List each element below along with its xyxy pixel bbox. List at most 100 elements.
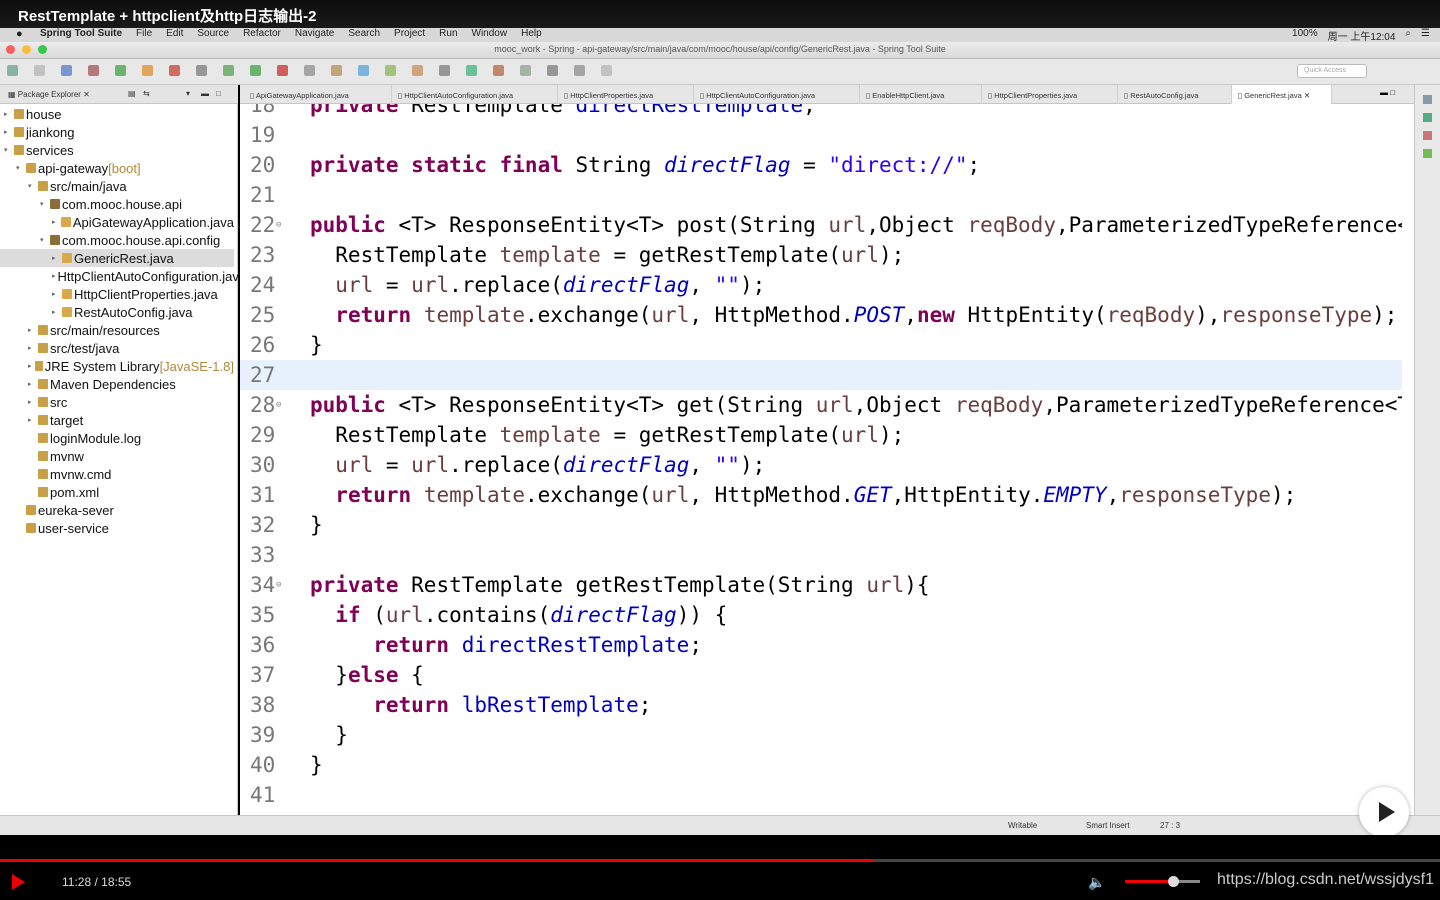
code-line[interactable]: 34 ⊖ private RestTemplate getRestTemplate(… (240, 570, 1402, 600)
code-line[interactable]: 40} (240, 750, 1402, 780)
editor-tab[interactable]: ▯ HttpClientProperties.java (982, 85, 1118, 104)
code-line[interactable]: 37 }else { (240, 660, 1402, 690)
editor-tab[interactable]: ▯ RestAutoConfig.java (1118, 85, 1232, 104)
tree-expand-icon[interactable]: ▾ (40, 236, 50, 244)
tree-expand-icon[interactable]: ▸ (28, 398, 38, 406)
toolbar-button-icon[interactable] (331, 65, 342, 76)
tree-node[interactable]: mvnw (0, 447, 234, 465)
toolbar-button-icon[interactable] (304, 65, 315, 76)
tree-expand-icon[interactable]: ▸ (52, 218, 61, 226)
quick-access-input[interactable]: Quick Access (1297, 64, 1367, 78)
code-line[interactable]: 30 url = url.replace(directFlag, ""); (240, 450, 1402, 480)
fold-marker-icon[interactable]: ⊖ (276, 390, 281, 420)
toolbar-button-icon[interactable] (142, 65, 153, 76)
tree-node[interactable]: loginModule.log (0, 429, 234, 447)
close-tab-icon[interactable]: ✕ (83, 90, 90, 99)
tree-node[interactable]: ▸ src/test/java (0, 339, 234, 357)
toolbar-button-icon[interactable] (277, 65, 288, 76)
code-line[interactable]: 36 return directRestTemplate; (240, 630, 1402, 660)
code-line[interactable]: 26} (240, 330, 1402, 360)
tree-node[interactable]: ▸ house (0, 105, 234, 123)
tree-node[interactable]: ▾ src/main/java (0, 177, 234, 195)
toolbar-button-icon[interactable] (466, 65, 477, 76)
maximize-view-icon[interactable]: □ (216, 89, 221, 98)
mac-menu-item[interactable]: Run (439, 28, 457, 39)
tree-node[interactable]: ▾ services (0, 141, 234, 159)
code-line[interactable]: 35 if (url.contains(directFlag)) { (240, 600, 1402, 630)
code-line[interactable]: 27 (240, 360, 1402, 390)
view-menu-icon[interactable]: ▾ (186, 89, 190, 98)
tree-expand-icon[interactable]: ▸ (52, 254, 62, 262)
toolbar-button-icon[interactable] (196, 65, 207, 76)
tree-node[interactable]: mvnw.cmd (0, 465, 234, 483)
editor-tab[interactable]: ▯ HttpClientAutoConfiguration.java (694, 85, 860, 104)
mac-menu-item[interactable]: Edit (166, 28, 183, 39)
close-tab-icon[interactable]: ✕ (1302, 91, 1310, 100)
code-line[interactable]: 25 return template.exchange(url, HttpMet… (240, 300, 1402, 330)
toolbar-button-icon[interactable] (520, 65, 531, 76)
mac-menu-item[interactable]: Window (472, 28, 508, 39)
fold-marker-icon[interactable]: ⊖ (276, 210, 281, 240)
tree-node[interactable]: ▸ JRE System Library [JavaSE-1.8] (0, 357, 234, 375)
problems-icon[interactable] (1423, 131, 1432, 140)
toolbar-button-icon[interactable] (574, 65, 585, 76)
toolbar-button-icon[interactable] (358, 65, 369, 76)
toolbar-button-icon[interactable] (7, 65, 18, 76)
volume-slider[interactable] (1125, 876, 1200, 887)
video-play-overlay-button[interactable] (1359, 787, 1409, 837)
mac-menu-item[interactable]: Project (394, 28, 425, 39)
tree-expand-icon[interactable]: ▸ (52, 272, 56, 280)
mac-menu-item[interactable]: File (136, 28, 152, 39)
tree-node[interactable]: ▸ GenericRest.java (0, 249, 234, 267)
toolbar-button-icon[interactable] (34, 65, 45, 76)
volume-knob[interactable] (1168, 876, 1179, 887)
tree-node[interactable]: ▾ com.mooc.house.api.config (0, 231, 234, 249)
toolbar-button-icon[interactable] (169, 65, 180, 76)
code-line[interactable]: 31 return template.exchange(url, HttpMet… (240, 480, 1402, 510)
tree-node[interactable]: pom.xml (0, 483, 234, 501)
code-line[interactable]: 39 } (240, 720, 1402, 750)
code-line[interactable]: 24 url = url.replace(directFlag, ""); (240, 270, 1402, 300)
code-line[interactable]: 33 (240, 540, 1402, 570)
tree-expand-icon[interactable]: ▸ (52, 290, 62, 298)
tree-node[interactable]: ▸ RestAutoConfig.java (0, 303, 234, 321)
volume-icon[interactable]: 🔈 (1088, 874, 1105, 891)
tree-node[interactable]: ▸ jiankong (0, 123, 234, 141)
tree-expand-icon[interactable]: ▾ (16, 164, 26, 172)
toolbar-button-icon[interactable] (601, 65, 612, 76)
apple-icon[interactable]: ● (16, 28, 23, 40)
tree-node[interactable]: user-service (0, 519, 234, 537)
editor-tab[interactable]: ▯ HttpClientProperties.java (558, 85, 694, 104)
collapse-all-icon[interactable]: ▤ (128, 89, 136, 98)
menu-list-icon[interactable]: ☰ (1421, 28, 1430, 43)
code-line[interactable]: 29 RestTemplate template = getRestTempla… (240, 420, 1402, 450)
play-icon[interactable] (12, 874, 25, 890)
code-line[interactable]: 19 (240, 120, 1402, 150)
video-progress-bar[interactable] (0, 859, 1440, 862)
tree-expand-icon[interactable]: ▸ (52, 308, 62, 316)
package-explorer-tab[interactable]: ▦ Package Explorer ✕ ▤ ⇆ ▾ ▬ □ (0, 85, 238, 104)
tree-expand-icon[interactable]: ▸ (28, 416, 38, 424)
toolbar-button-icon[interactable] (115, 65, 126, 76)
fold-marker-icon[interactable]: ⊖ (276, 570, 281, 600)
tree-expand-icon[interactable]: ▾ (28, 182, 38, 190)
tree-node[interactable]: ▾ com.mooc.house.api (0, 195, 234, 213)
toolbar-button-icon[interactable] (88, 65, 99, 76)
code-line[interactable]: 20 private static final String directFlag… (240, 150, 1402, 180)
editor-tab[interactable]: ▯ ApiGatewayApplication.java (244, 85, 392, 104)
tree-expand-icon[interactable]: ▸ (28, 326, 38, 334)
task-list-icon[interactable] (1423, 113, 1432, 122)
editor-tab[interactable]: ▯ EnableHttpClient.java (860, 85, 982, 104)
search-icon[interactable]: ⌕ (1405, 28, 1411, 43)
tree-node[interactable]: ▸ Maven Dependencies (0, 375, 234, 393)
toolbar-button-icon[interactable] (439, 65, 450, 76)
tree-expand-icon[interactable]: ▾ (40, 200, 50, 208)
code-line[interactable]: 23 RestTemplate template = getRestTempla… (240, 240, 1402, 270)
toolbar-button-icon[interactable] (412, 65, 423, 76)
editor-tab[interactable]: ▯ GenericRest.java ✕ (1232, 85, 1332, 104)
tree-expand-icon[interactable]: ▸ (4, 110, 14, 118)
code-line[interactable]: 28 ⊖ public <T> ResponseEntity<T> get(Stri… (240, 390, 1402, 420)
toolbar-button-icon[interactable] (61, 65, 72, 76)
tree-expand-icon[interactable]: ▸ (28, 362, 35, 370)
tree-node[interactable]: ▸ HttpClientAutoConfiguration.java (0, 267, 246, 285)
